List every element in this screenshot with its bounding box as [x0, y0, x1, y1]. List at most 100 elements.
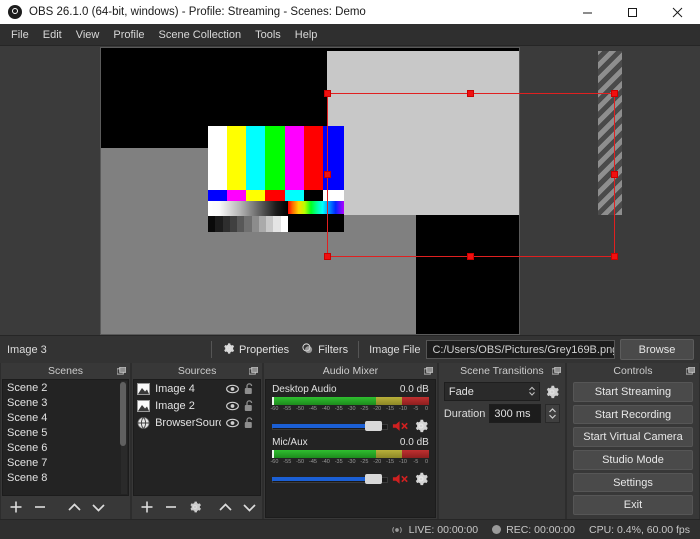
float-dock-icon[interactable] [116, 366, 127, 375]
scene-item-5[interactable]: Scene 5 [3, 425, 128, 440]
scene-item-6[interactable]: Scene 6 [3, 440, 128, 455]
image-path-input[interactable]: C:/Users/OBS/Pictures/Grey169B.png [426, 340, 615, 359]
filters-button[interactable]: Filters [295, 339, 354, 361]
start-recording-button[interactable]: Start Recording [572, 404, 693, 425]
scene-item-2[interactable]: Scene 2 [3, 380, 128, 395]
scenes-scrollbar[interactable] [120, 381, 128, 494]
controls-dock-title: Controls [566, 363, 699, 378]
scene-item-8[interactable]: Scene 8 [3, 470, 128, 485]
lock-open-icon[interactable] [244, 382, 255, 395]
mute-button[interactable] [392, 419, 409, 433]
properties-button[interactable]: Properties [216, 339, 295, 361]
tick--20: -20 [373, 406, 382, 412]
tick--55: -55 [283, 459, 292, 465]
duration-spinner[interactable] [544, 404, 560, 423]
lock-open-icon[interactable] [244, 399, 255, 412]
lock-open-icon[interactable] [244, 416, 255, 429]
scene-transitions-title-label: Scene Transitions [460, 364, 544, 377]
selected-image-source[interactable] [327, 51, 519, 215]
scene-item-3[interactable]: Scene 3 [3, 395, 128, 410]
source-item-browsersource[interactable]: BrowserSource [134, 414, 260, 431]
channel-header: Mic/Aux 0.0 dB [272, 437, 429, 448]
sources-list[interactable]: Image 4 Image 3 [133, 379, 262, 496]
tick--50: -50 [296, 459, 305, 465]
source-label: Image 2 [155, 399, 195, 412]
menu-edit[interactable]: Edit [36, 26, 69, 44]
channel-gear-icon[interactable] [413, 471, 429, 487]
scenes-scroll-thumb[interactable] [120, 382, 127, 446]
remove-source-button[interactable] [160, 498, 182, 516]
volume-slider[interactable] [272, 473, 388, 485]
menu-tools[interactable]: Tools [248, 26, 288, 44]
settings-button[interactable]: Settings [572, 472, 693, 493]
maximize-button[interactable] [610, 0, 655, 24]
tick--25: -25 [360, 459, 369, 465]
tick--50: -50 [296, 406, 305, 412]
sources-toolbar [133, 496, 262, 518]
move-scene-down-button[interactable] [87, 498, 109, 516]
channel-gear-icon[interactable] [413, 418, 429, 434]
mute-button[interactable] [392, 472, 409, 486]
meter-green-zone [272, 450, 376, 458]
duration-input[interactable]: 300 ms [489, 404, 541, 423]
preview-area[interactable] [0, 46, 700, 335]
source-label: Image 4 [155, 382, 195, 395]
menu-view[interactable]: View [69, 26, 107, 44]
menu-profile[interactable]: Profile [106, 26, 151, 44]
transition-duration-row: Duration 300 ms [440, 401, 564, 423]
float-dock-icon[interactable] [551, 366, 562, 375]
menu-file[interactable]: File [4, 26, 36, 44]
move-source-up-button[interactable] [214, 498, 236, 516]
transition-select[interactable]: Fade [443, 382, 540, 401]
strip-black [304, 190, 323, 201]
minimize-button[interactable] [565, 0, 610, 24]
inverted-bars-row [208, 190, 344, 201]
tick--60: -60 [270, 459, 279, 465]
selected-source-name: Image 3 [7, 343, 47, 356]
step-8 [258, 216, 267, 232]
rec-status: REC: 00:00:00 [492, 524, 575, 536]
transition-value: Fade [448, 385, 474, 398]
strip-magenta [227, 190, 246, 201]
exit-button[interactable]: Exit [572, 495, 693, 516]
add-scene-button[interactable] [5, 498, 27, 516]
float-dock-icon[interactable] [685, 366, 696, 375]
menu-help[interactable]: Help [288, 26, 325, 44]
slider-knob[interactable] [364, 421, 382, 431]
studio-mode-button[interactable]: Studio Mode [572, 450, 693, 470]
close-button[interactable] [655, 0, 700, 24]
move-source-down-button[interactable] [238, 498, 260, 516]
tick--5: -5 [413, 406, 419, 412]
bar-magenta [285, 126, 304, 190]
step-6 [244, 216, 252, 232]
step-9 [266, 216, 274, 232]
scene-item-4[interactable]: Scene 4 [3, 410, 128, 425]
menu-scene-collection[interactable]: Scene Collection [152, 26, 249, 44]
status-bar: LIVE: 00:00:00 REC: 00:00:00 CPU: 0.4%, … [0, 519, 700, 539]
move-scene-up-button[interactable] [63, 498, 85, 516]
transition-properties-gear-icon[interactable] [544, 384, 560, 400]
source-item-image-4[interactable]: Image 4 [134, 380, 260, 397]
resize-handle-bottom-right[interactable] [611, 253, 618, 260]
source-properties-button[interactable] [184, 498, 206, 516]
title-bar: OBS 26.1.0 (64-bit, windows) - Profile: … [0, 0, 700, 24]
visibility-eye-icon[interactable] [226, 418, 239, 428]
start-virtual-camera-button[interactable]: Start Virtual Camera [572, 427, 693, 448]
add-source-button[interactable] [136, 498, 158, 516]
float-dock-icon[interactable] [423, 366, 434, 375]
scene-item-7[interactable]: Scene 7 [3, 455, 128, 470]
float-dock-icon[interactable] [248, 366, 259, 375]
remove-scene-button[interactable] [29, 498, 51, 516]
visibility-eye-icon[interactable] [226, 384, 239, 394]
live-status: LIVE: 00:00:00 [390, 524, 478, 536]
source-item-image-2[interactable]: Image 2 [134, 397, 260, 414]
preview-canvas[interactable] [100, 47, 520, 335]
controls-dock: Controls Start Streaming Start Recording… [566, 363, 699, 519]
tick--20: -20 [373, 459, 382, 465]
scenes-list[interactable]: Scene 1 Scene 2 Scene 3 Scene 4 Scene 5 … [2, 379, 130, 496]
slider-knob[interactable] [364, 474, 382, 484]
volume-slider[interactable] [272, 420, 388, 432]
start-streaming-button[interactable]: Start Streaming [572, 382, 693, 402]
browse-button[interactable]: Browse [620, 339, 694, 360]
visibility-eye-icon[interactable] [226, 401, 239, 411]
